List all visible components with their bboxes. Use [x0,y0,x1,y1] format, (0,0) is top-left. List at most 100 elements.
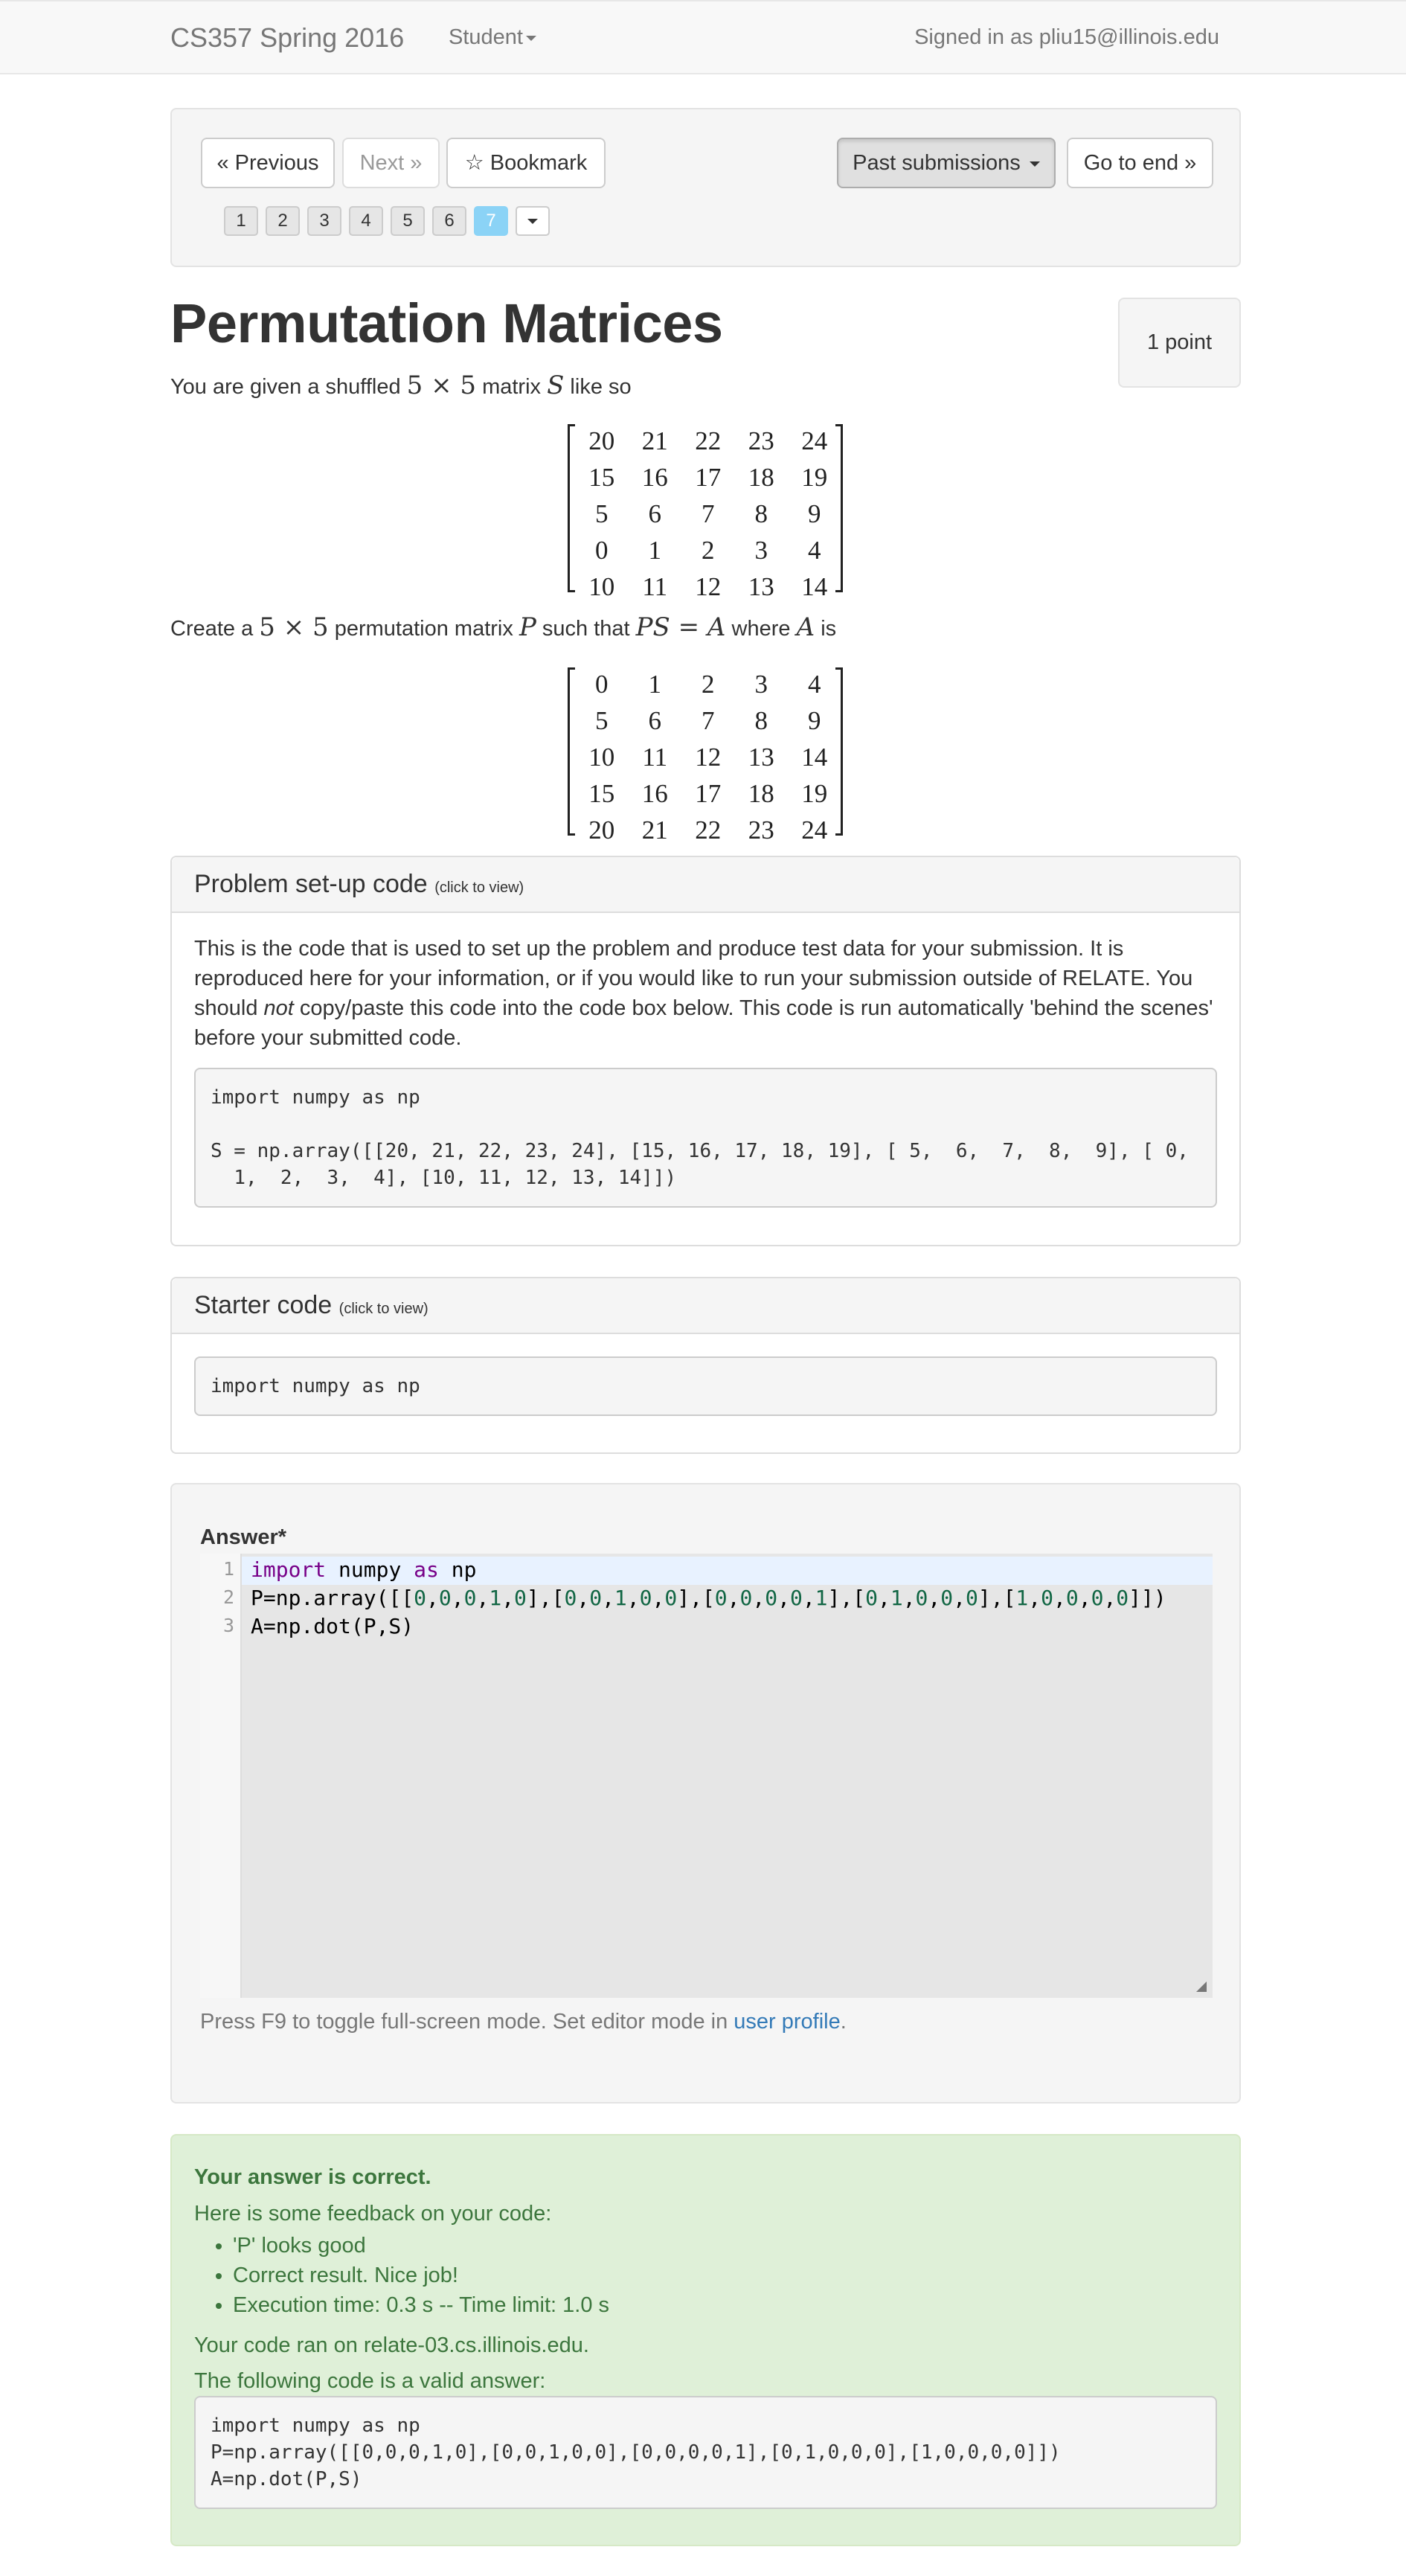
caret-down-icon [525,35,536,41]
matrix-cell: 9 [808,705,821,735]
code-text: numpy [326,1557,414,1582]
feedback-intro: Here is some feedback on your code: [194,2202,552,2226]
starter-code-title: Starter code [194,1291,333,1319]
matrix-cell: 10 [588,571,615,601]
course-brand-link[interactable]: CS357 Spring 2016 [170,22,404,54]
matrix-cell: 20 [588,815,615,845]
matrix-cell: 21 [641,815,668,845]
page-title: Permutation Matrices [170,292,723,354]
task-equation: PS = A [635,612,726,642]
matrix-row: 20 21 22 23 24 [575,812,841,848]
user-profile-link[interactable]: user profile [734,2010,840,2034]
matrix-cell: 22 [695,815,722,845]
next-button[interactable]: Next » [342,138,440,188]
setup-code-heading[interactable]: Problem set-up code (click to view) [172,857,1239,913]
page-link-7-current[interactable]: 7 [474,206,508,236]
signed-in-menu[interactable]: Signed in as pliu15@illinois.edu [914,25,1219,50]
matrix-cell: 9 [808,499,821,528]
matrix-a-grid: 0 1 2 3 4 5 6 7 8 9 10 11 12 13 14 15 16 17 18 19 20 21 22 23 24 [575,666,841,848]
past-submissions-button[interactable]: Past submissions [837,138,1056,188]
code-line-1: import numpy as np [251,1557,476,1582]
matrix-row: 5 6 7 8 9 [575,496,841,532]
student-menu-label: Student [449,25,523,49]
problem-task: Create a 5 × 5 permutation matrix P such… [170,612,836,642]
matrix-row: 10 11 12 13 14 [575,739,841,775]
matrix-cell: 19 [801,778,828,808]
matrix-cell: 15 [588,778,615,808]
setup-code-description: This is the code that is used to set up … [194,934,1217,1053]
past-submissions-label: Past submissions [853,151,1021,175]
matrix-cell: 1 [648,669,662,699]
matrix-cell: 18 [748,462,774,492]
code-editor[interactable]: 1 2 3 import numpy as np P=np.array([[0,… [200,1554,1213,1998]
matrix-cell: 13 [748,742,774,772]
hint-text: Press F9 to toggle full-screen mode. Set… [200,2010,734,2034]
hint-text: . [840,2010,847,2034]
page-link-3[interactable]: 3 [307,206,341,236]
desc-emphasis: not [263,996,294,1020]
go-to-end-button[interactable]: Go to end » [1067,138,1213,188]
task-variable-a: A [796,612,815,642]
setup-code-block: import numpy as np S = np.array([[20, 21… [194,1068,1217,1208]
page-link-5[interactable]: 5 [391,206,425,236]
keyword: as [414,1557,439,1582]
matrix-cell: 24 [801,426,828,455]
matrix-row: 15 16 17 18 19 [575,775,841,812]
matrix-cell: 8 [754,705,768,735]
page-link-1[interactable]: 1 [224,206,258,236]
page-link-2[interactable]: 2 [266,206,300,236]
student-menu[interactable]: Student [449,25,536,50]
bookmark-button[interactable]: ☆ Bookmark [446,138,606,188]
matrix-cell: 11 [642,571,668,601]
intro-text: You are given a shuffled [170,375,407,399]
feedback-item: Execution time: 0.3 s -- Time limit: 1.0… [233,2290,609,2320]
page-link-6[interactable]: 6 [432,206,466,236]
task-dimension: 5 × 5 [259,612,329,642]
points-badge: 1 point [1118,298,1241,388]
execution-host: Your code ran on relate-03.cs.illinois.e… [194,2333,589,2357]
matrix-cell: 4 [808,669,821,699]
line-number: 1 [222,1558,234,1580]
matrix-cell: 12 [695,571,722,601]
code-line-3: A=np.dot(P,S) [251,1614,414,1638]
matrix-cell: 6 [648,705,662,735]
matrix-row: 15 16 17 18 19 [575,459,841,496]
line-number: 2 [222,1586,234,1608]
task-text: such that [536,617,636,641]
task-text: is [815,617,837,641]
matrix-cell: 19 [801,462,828,492]
matrix-cell: 2 [702,535,715,565]
feedback-alert: Your answer is correct. Here is some fee… [170,2134,1241,2546]
right-bracket [835,424,843,592]
matrix-cell: 12 [695,742,722,772]
matrix-cell: 2 [702,669,715,699]
page-link-4[interactable]: 4 [349,206,383,236]
editor-hint: Press F9 to toggle full-screen mode. Set… [200,2010,847,2034]
code-text: np [438,1557,477,1582]
matrix-a: 0 1 2 3 4 5 6 7 8 9 10 11 12 13 14 15 16 17 18 19 20 21 22 23 24 [568,666,843,845]
matrix-cell: 18 [748,778,774,808]
matrix-cell: 7 [702,499,715,528]
top-navbar: CS357 Spring 2016 Student Signed in as p… [0,0,1406,74]
problem-intro: You are given a shuffled 5 × 5 matrix S … [170,371,632,400]
matrix-cell: 22 [695,426,722,455]
feedback-item: 'P' looks good [233,2231,609,2261]
click-to-view-hint: (click to view) [338,1301,428,1317]
resize-handle-icon[interactable] [1196,1981,1207,1992]
previous-button[interactable]: « Previous [201,138,335,188]
matrix-cell: 3 [754,669,768,699]
matrix-cell: 16 [641,778,668,808]
left-bracket [568,667,575,836]
feedback-item: Correct result. Nice job! [233,2261,609,2290]
matrix-row: 10 11 12 13 14 [575,568,841,605]
caret-down-icon [527,219,538,225]
page-navigation: « Previous Next » ☆ Bookmark Past submis… [170,108,1241,267]
starter-code-heading[interactable]: Starter code (click to view) [172,1278,1239,1334]
correct-status: Your answer is correct. [194,2165,431,2189]
matrix-cell: 0 [595,535,609,565]
matrix-row: 20 21 22 23 24 [575,423,841,459]
matrix-cell: 14 [801,571,828,601]
matrix-cell: 24 [801,815,828,845]
task-text: Create a [170,617,260,641]
more-pages-dropdown[interactable] [516,206,550,236]
